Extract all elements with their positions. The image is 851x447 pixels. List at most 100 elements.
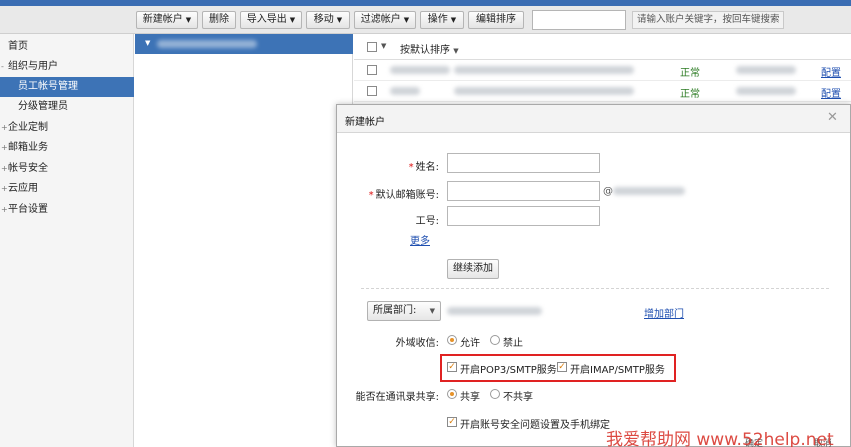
pop3-smtp-checkbox[interactable]: ✓ [447,362,457,372]
redacted-text [157,40,257,48]
sidebar-item-label: 分级管理员 [18,101,68,112]
sidebar-item-label: 首页 [8,41,28,52]
expand-icon: + [1,143,8,152]
name-label-text: 姓名: [415,162,439,173]
required-asterisk: * [368,190,374,201]
sidebar-item-label: 企业定制 [8,122,48,133]
tree-root-node[interactable]: ▼ [135,34,353,54]
delete-button[interactable]: 删除 [202,11,236,29]
redacted-text [454,66,634,74]
toolbar: 新建帐户 ▼ 删除 导入导出 ▼ 移动 ▼ 过滤帐户 ▼ 操作 ▼ 编辑排序 请输入账户关… [0,6,851,34]
external-mail-label: 外域收信: [395,338,439,349]
table-row[interactable]: 正常 配置 [354,60,851,81]
redacted-text [454,87,634,95]
sidebar-item-org-users[interactable]: - 组织与用户 [0,57,134,77]
continue-add-button[interactable]: 继续添加 [447,259,499,279]
email-at-sign: @ [603,186,613,197]
collapse-icon: - [1,62,4,71]
chevron-down-icon[interactable]: ▼ [381,42,386,50]
name-label: * 姓名: [367,158,439,173]
name-field[interactable] [447,153,600,173]
edit-sort-button[interactable]: 编辑排序 [468,11,524,29]
imap-smtp-label: 开启IMAP/SMTP服务 [570,365,665,376]
import-export-button[interactable]: 导入导出 ▼ [240,11,302,29]
allow-radio[interactable] [447,335,457,345]
chevron-down-icon: ▼ [403,16,410,24]
search-input[interactable] [532,10,626,30]
redacted-text [736,66,796,74]
share-radio[interactable] [447,389,457,399]
new-account-dialog: 新建帐户 ✕ * 姓名: * 默认邮箱账号: @ 工号: 更多 继续添加 所属部门:… [336,104,851,447]
imap-smtp-checkbox[interactable]: ✓ [557,362,567,372]
expand-icon: + [1,164,8,173]
redacted-text [390,87,420,95]
sidebar-item-label: 云应用 [8,183,38,194]
chevron-down-icon: ▼ [429,307,435,315]
sidebar-item-employee-accounts[interactable]: 员工帐号管理 [0,77,134,97]
share-label: 共享 [460,392,480,403]
dialog-header: 新建帐户 ✕ [337,105,850,133]
expand-icon: + [1,123,8,132]
move-label: 移动 [313,14,334,25]
sidebar-item-mail-business[interactable]: + 邮箱业务 [0,138,134,158]
employee-id-field[interactable] [447,206,600,226]
no-share-radio[interactable] [490,389,500,399]
chevron-down-icon: ▼ [185,16,192,24]
redacted-text [736,87,796,95]
status-text: 正常 [680,89,700,100]
sidebar-item-label: 平台设置 [8,204,48,215]
add-department-link[interactable]: 增加部门 [644,305,684,320]
sort-dropdown[interactable]: 按默认排序 ▼ [400,41,459,56]
share-contacts-label: 能否在通讯录共享: [355,392,439,403]
row-checkbox[interactable] [367,86,377,96]
sidebar-item-cloud-apps[interactable]: + 云应用 [0,179,134,199]
forbid-label: 禁止 [503,338,523,349]
list-header: ▼ 按默认排序 ▼ [354,34,851,60]
row-checkbox[interactable] [367,65,377,75]
sidebar-item-account-security[interactable]: + 帐号安全 [0,159,134,179]
sidebar-item-label: 员工帐号管理 [18,81,78,92]
sort-label: 按默认排序 [400,45,450,56]
redacted-text [390,66,450,74]
sidebar-item-enterprise-custom[interactable]: + 企业定制 [0,118,134,138]
config-link[interactable]: 配置 [821,85,841,100]
select-all-checkbox[interactable] [367,42,377,52]
watermark: 我爱帮助网 www.52help.net [606,430,834,447]
security-binding-label: 开启账号安全问题设置及手机绑定 [460,420,610,431]
department-select[interactable]: 所属部门: ▼ [367,301,441,321]
email-label-text: 默认邮箱账号: [375,190,439,201]
department-tree: ▼ [135,34,353,447]
filter-account-button[interactable]: 过滤帐户 ▼ [354,11,416,29]
pop3-smtp-label: 开启POP3/SMTP服务 [460,365,557,376]
employee-id-label: 工号: [415,216,439,227]
redacted-domain [613,187,685,195]
sidebar-item-home[interactable]: 首页 [0,37,134,57]
sidebar-item-label: 帐号安全 [8,163,48,174]
sidebar-item-platform-settings[interactable]: + 平台设置 [0,200,134,220]
security-binding-checkbox[interactable]: ✓ [447,417,457,427]
triangle-down-icon: ▼ [145,39,151,47]
email-field[interactable] [447,181,600,201]
more-link[interactable]: 更多 [410,232,430,247]
required-asterisk: * [408,162,414,173]
expand-icon: + [1,184,8,193]
email-label: * 默认邮箱账号: [351,186,439,201]
operation-button[interactable]: 操作 ▼ [420,11,464,29]
forbid-radio[interactable] [490,335,500,345]
config-link[interactable]: 配置 [821,64,841,79]
no-share-label: 不共享 [503,392,533,403]
redacted-department [447,307,542,315]
close-icon[interactable]: ✕ [827,111,838,124]
chevron-down-icon: ▼ [336,16,343,24]
table-row[interactable]: 正常 配置 [354,81,851,102]
new-account-button[interactable]: 新建帐户 ▼ [136,11,198,29]
expand-icon: + [1,205,8,214]
status-text: 正常 [680,68,700,79]
operation-label: 操作 [427,14,448,25]
divider [361,288,829,289]
allow-label: 允许 [460,338,480,349]
sidebar-item-sub-admins[interactable]: 分级管理员 [0,97,134,117]
search-hint: 请输入账户关键字，按回车键搜索 [632,11,784,29]
chevron-down-icon: ▼ [453,47,459,55]
move-button[interactable]: 移动 ▼ [306,11,350,29]
